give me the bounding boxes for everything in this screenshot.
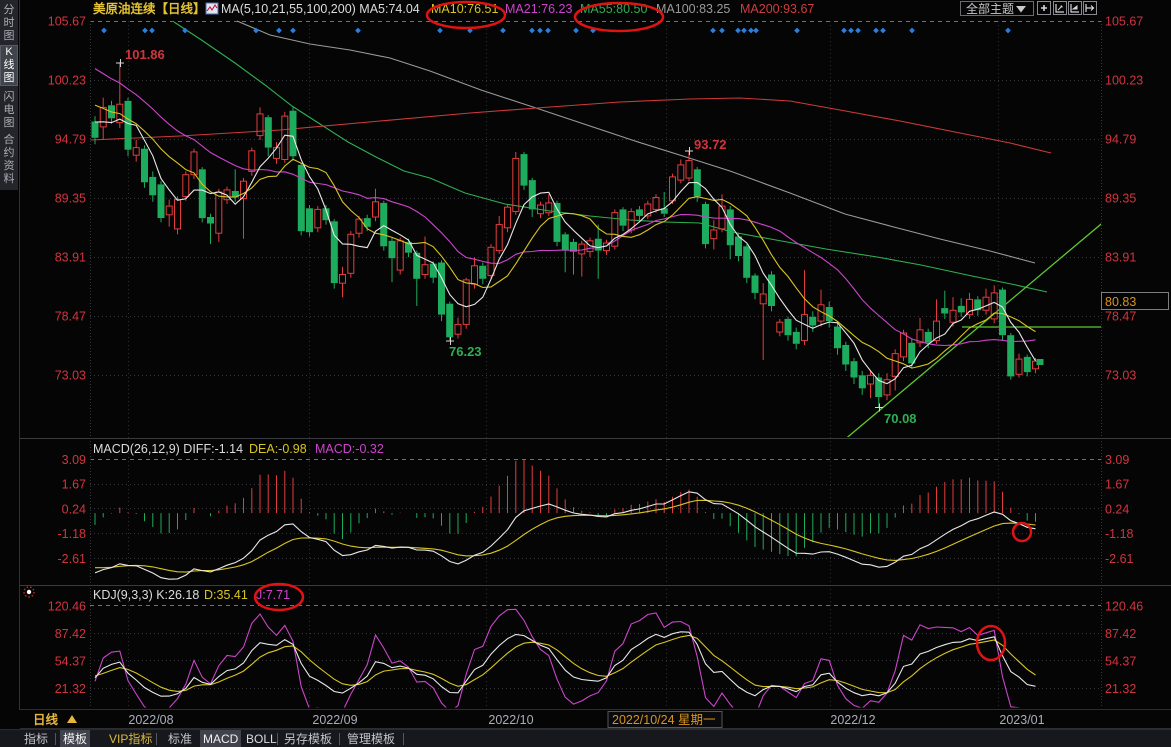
- svg-text:105.67: 105.67: [48, 15, 86, 29]
- svg-text:120.46: 120.46: [1105, 599, 1143, 613]
- svg-text:2022/10/24 星期一: 2022/10/24 星期一: [612, 713, 716, 727]
- svg-text:MA(5,10,21,55,100,200) MA5:74.: MA(5,10,21,55,100,200) MA5:74.04: [221, 2, 420, 16]
- svg-text:-1.18: -1.18: [58, 527, 87, 541]
- svg-text:100.23: 100.23: [48, 74, 86, 88]
- svg-text:2022/08: 2022/08: [128, 713, 173, 727]
- svg-text:94.79: 94.79: [1105, 133, 1136, 147]
- svg-text:83.91: 83.91: [1105, 251, 1136, 265]
- svg-text:21.32: 21.32: [1105, 682, 1136, 696]
- svg-text:80.83: 80.83: [1105, 295, 1136, 309]
- svg-text:1.67: 1.67: [1105, 478, 1129, 492]
- svg-text:83.91: 83.91: [55, 251, 86, 265]
- svg-text:73.03: 73.03: [1105, 369, 1136, 383]
- svg-text:78.47: 78.47: [1105, 310, 1136, 324]
- svg-text:美原油连续【日线】: 美原油连续【日线】: [93, 1, 206, 16]
- svg-text:76.23: 76.23: [449, 344, 482, 359]
- svg-text:54.37: 54.37: [1105, 654, 1136, 668]
- svg-text:87.42: 87.42: [1105, 627, 1136, 641]
- svg-text:日线: 日线: [33, 712, 59, 727]
- svg-text:2023/01: 2023/01: [999, 713, 1044, 727]
- svg-text:54.37: 54.37: [55, 654, 86, 668]
- svg-text:2022/09: 2022/09: [312, 713, 357, 727]
- svg-text:89.35: 89.35: [1105, 192, 1136, 206]
- svg-text:2022/10: 2022/10: [488, 713, 533, 727]
- svg-text:70.08: 70.08: [884, 411, 917, 426]
- svg-text:73.03: 73.03: [55, 369, 86, 383]
- svg-text:93.72: 93.72: [694, 137, 727, 152]
- svg-text:3.09: 3.09: [62, 453, 86, 467]
- svg-text:78.47: 78.47: [55, 310, 86, 324]
- svg-text:87.42: 87.42: [55, 627, 86, 641]
- svg-text:KDJ(9,3,3) K:26.18: KDJ(9,3,3) K:26.18: [93, 588, 199, 602]
- svg-text:0.24: 0.24: [1105, 502, 1129, 516]
- svg-text:全部主题: 全部主题: [966, 1, 1014, 16]
- svg-text:2022/12: 2022/12: [830, 713, 875, 727]
- svg-text:-2.61: -2.61: [1105, 552, 1134, 566]
- svg-text:105.67: 105.67: [1105, 15, 1143, 29]
- svg-text:100.23: 100.23: [1105, 74, 1143, 88]
- svg-text:120.46: 120.46: [48, 599, 86, 613]
- svg-text:89.35: 89.35: [55, 192, 86, 206]
- svg-text:MA200:93.67: MA200:93.67: [740, 2, 814, 16]
- svg-text:MA100:83.25: MA100:83.25: [656, 2, 730, 16]
- svg-text:MACD:-0.32: MACD:-0.32: [315, 442, 384, 456]
- svg-text:0.24: 0.24: [62, 502, 86, 516]
- svg-text:D:35.41: D:35.41: [204, 588, 248, 602]
- svg-text:MA21:76.23: MA21:76.23: [505, 2, 572, 16]
- svg-text:-2.61: -2.61: [58, 552, 87, 566]
- svg-text:-1.18: -1.18: [1105, 527, 1134, 541]
- svg-text:J:7.71: J:7.71: [256, 588, 290, 602]
- svg-text:DEA:-0.98: DEA:-0.98: [249, 442, 307, 456]
- svg-text:94.79: 94.79: [55, 133, 86, 147]
- svg-text:101.86: 101.86: [125, 47, 165, 62]
- svg-text:MACD(26,12,9) DIFF:-1.14: MACD(26,12,9) DIFF:-1.14: [93, 442, 243, 456]
- svg-text:3.09: 3.09: [1105, 453, 1129, 467]
- svg-text:1.67: 1.67: [62, 478, 86, 492]
- svg-text:21.32: 21.32: [55, 682, 86, 696]
